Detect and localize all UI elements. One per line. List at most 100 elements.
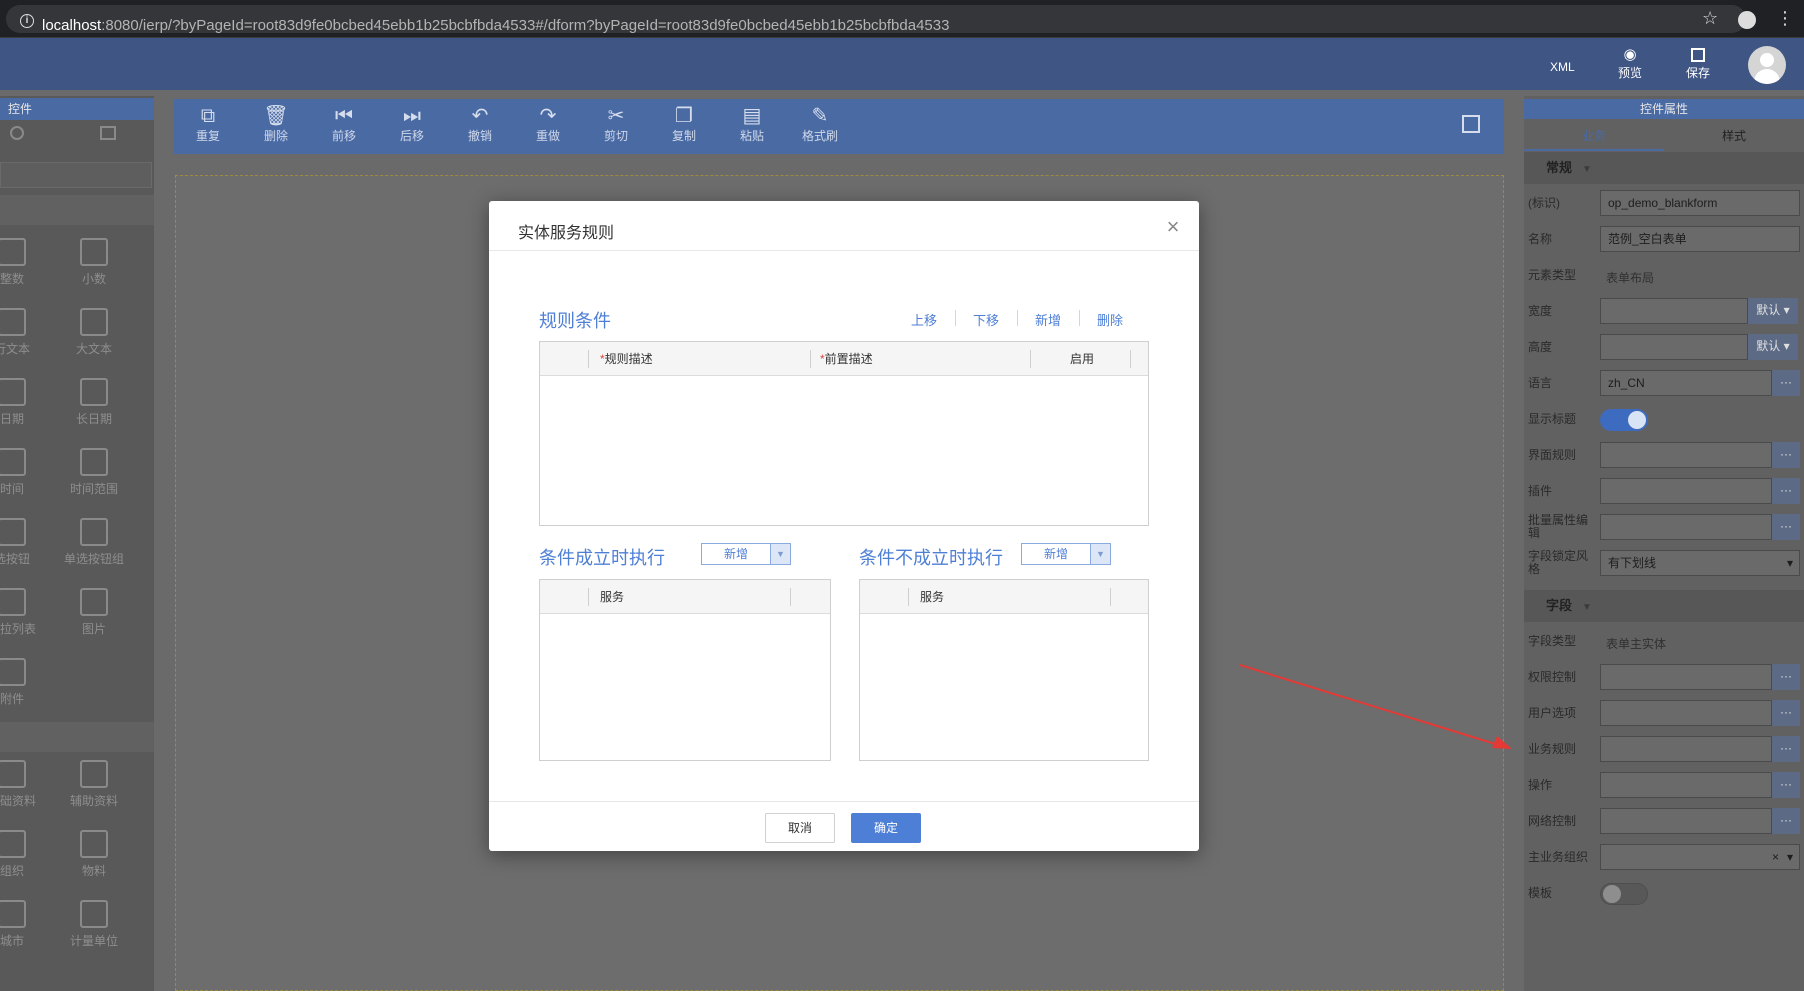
- control-item[interactable]: 大文本: [62, 308, 126, 357]
- section-field[interactable]: 字段 ▼: [1524, 590, 1804, 622]
- controls-search-input[interactable]: [0, 162, 152, 188]
- control-item-label: 时间: [0, 482, 24, 496]
- control-item[interactable]: 行文本: [0, 308, 44, 357]
- control-item[interactable]: 组织: [0, 830, 44, 879]
- prop-main-org-select[interactable]: × ▾: [1600, 844, 1800, 870]
- biz-rule-more-button[interactable]: ···: [1772, 736, 1800, 762]
- width-default-button[interactable]: 默认 ▾: [1748, 298, 1798, 324]
- control-item[interactable]: 日期: [0, 378, 44, 427]
- control-item[interactable]: 小数: [62, 238, 126, 287]
- plugin-more-button[interactable]: ···: [1772, 478, 1800, 504]
- control-item[interactable]: 单选按钮组: [62, 518, 126, 567]
- true-add-dropdown[interactable]: 新增 ▼: [701, 543, 791, 565]
- control-item[interactable]: 整数: [0, 238, 44, 287]
- toolbar-button[interactable]: ↷ 重做: [518, 105, 578, 144]
- profile-icon[interactable]: [1738, 11, 1756, 29]
- prop-id-input[interactable]: op_demo_blankform: [1600, 190, 1800, 216]
- false-add-dropdown[interactable]: 新增 ▼: [1021, 543, 1111, 565]
- prop-lang-input[interactable]: zh_CN: [1600, 370, 1772, 396]
- toolbar-button[interactable]: ▤ 粘贴: [722, 105, 782, 144]
- column-header-service[interactable]: 服务: [920, 580, 944, 614]
- dialog-header-divider: [489, 250, 1199, 251]
- prop-perm-input[interactable]: [1600, 664, 1772, 690]
- close-icon[interactable]: ×: [1161, 215, 1185, 239]
- prop-op-input[interactable]: [1600, 772, 1772, 798]
- control-item-label: 计量单位: [69, 934, 118, 948]
- preview-button[interactable]: ◉ 预览: [1612, 46, 1648, 81]
- toolbar-button-label: 重做: [535, 129, 560, 143]
- control-item[interactable]: 物料: [62, 830, 126, 879]
- tree-view-icon[interactable]: [10, 126, 24, 140]
- toolbar-button[interactable]: ✎ 格式刷: [790, 105, 850, 144]
- add-rule-link[interactable]: 新增: [1035, 310, 1061, 329]
- control-item[interactable]: 附件: [0, 658, 44, 707]
- prop-batch-input[interactable]: [1600, 514, 1772, 540]
- control-item[interactable]: 选按钮: [0, 518, 44, 567]
- prop-ui-rule-input[interactable]: [1600, 442, 1772, 468]
- delete-rule-link[interactable]: 删除: [1097, 310, 1123, 329]
- prop-user-opt-input[interactable]: [1600, 700, 1772, 726]
- chevron-down-icon[interactable]: ▼: [1090, 544, 1110, 564]
- toolbar-button[interactable]: ⏭ 后移: [382, 105, 442, 144]
- menu-dots-icon[interactable]: ⋮: [1776, 8, 1794, 29]
- xml-button[interactable]: XML: [1550, 60, 1575, 74]
- control-item[interactable]: 时间范围: [62, 448, 126, 497]
- net-more-button[interactable]: ···: [1772, 808, 1800, 834]
- height-default-button[interactable]: 默认 ▾: [1748, 334, 1798, 360]
- toolbar-button[interactable]: ↶ 撤销: [450, 105, 510, 144]
- controls-panel-title: 控件: [0, 98, 154, 120]
- toolbar-button[interactable]: 🗑 删除: [246, 105, 306, 144]
- ok-button[interactable]: 确定: [851, 813, 921, 843]
- control-item[interactable]: 下拉列表: [0, 588, 44, 637]
- clear-icon[interactable]: ×: [1772, 845, 1779, 869]
- prop-height-input[interactable]: [1600, 334, 1748, 360]
- batch-more-button[interactable]: ···: [1772, 514, 1800, 540]
- prop-lock-style-select[interactable]: 有下划线 ▾: [1600, 550, 1800, 576]
- show-title-toggle[interactable]: [1600, 409, 1648, 431]
- layout-icon[interactable]: [100, 126, 116, 140]
- prop-plugin-input[interactable]: [1600, 478, 1772, 504]
- move-up-link[interactable]: 上移: [911, 310, 937, 329]
- toolbar-button[interactable]: ⏮ 前移: [314, 105, 374, 144]
- control-item[interactable]: 长日期: [62, 378, 126, 427]
- column-header-service[interactable]: 服务: [600, 580, 624, 614]
- column-header-enabled[interactable]: 启用: [1070, 342, 1094, 376]
- bookmark-star-icon[interactable]: ☆: [1702, 8, 1718, 29]
- user-opt-more-button[interactable]: ···: [1772, 700, 1800, 726]
- avatar[interactable]: [1748, 46, 1786, 84]
- pre-desc-label: 前置描述: [824, 352, 873, 366]
- prop-width-input[interactable]: [1600, 298, 1748, 324]
- control-item[interactable]: 计量单位: [62, 900, 126, 949]
- control-item[interactable]: 时间: [0, 448, 44, 497]
- info-icon[interactable]: i: [20, 14, 34, 28]
- toolbar-button[interactable]: ⧉ 重复: [178, 105, 238, 144]
- lang-more-button[interactable]: ···: [1772, 370, 1800, 396]
- fullscreen-icon[interactable]: [1462, 115, 1480, 133]
- control-item[interactable]: 城市: [0, 900, 44, 949]
- toolbar-button-label: 格式刷: [801, 129, 838, 143]
- control-item[interactable]: 基础资料: [0, 760, 44, 809]
- url-text[interactable]: localhost:8080/ierp/?byPageId=root83d9fe…: [42, 17, 949, 34]
- op-more-button[interactable]: ···: [1772, 772, 1800, 798]
- tab-business[interactable]: 业务: [1524, 121, 1664, 151]
- prop-net-input[interactable]: [1600, 808, 1772, 834]
- num-icon: [0, 238, 26, 266]
- toolbar-button[interactable]: ✂ 剪切: [586, 105, 646, 144]
- prop-biz-rule-input[interactable]: [1600, 736, 1772, 762]
- chevron-down-icon[interactable]: ▼: [770, 544, 790, 564]
- control-item[interactable]: 辅助资料: [62, 760, 126, 809]
- column-header-rule-desc[interactable]: *规则描述: [600, 342, 653, 376]
- control-item[interactable]: 图片: [62, 588, 126, 637]
- ui-rule-more-button[interactable]: ···: [1772, 442, 1800, 468]
- move-down-link[interactable]: 下移: [973, 310, 999, 329]
- perm-more-button[interactable]: ···: [1772, 664, 1800, 690]
- template-toggle[interactable]: [1600, 883, 1648, 905]
- save-button[interactable]: 保存: [1680, 46, 1716, 81]
- tab-style[interactable]: 样式: [1664, 121, 1804, 151]
- column-header-pre-desc[interactable]: *前置描述: [820, 342, 873, 376]
- toolbar-button[interactable]: ❐ 复制: [654, 105, 714, 144]
- prop-name-input[interactable]: 范例_空白表单: [1600, 226, 1800, 252]
- address-bar[interactable]: i localhost:8080/ierp/?byPageId=root83d9…: [6, 5, 1746, 34]
- section-general[interactable]: 常规 ▼: [1524, 152, 1804, 184]
- cancel-button[interactable]: 取消: [765, 813, 835, 843]
